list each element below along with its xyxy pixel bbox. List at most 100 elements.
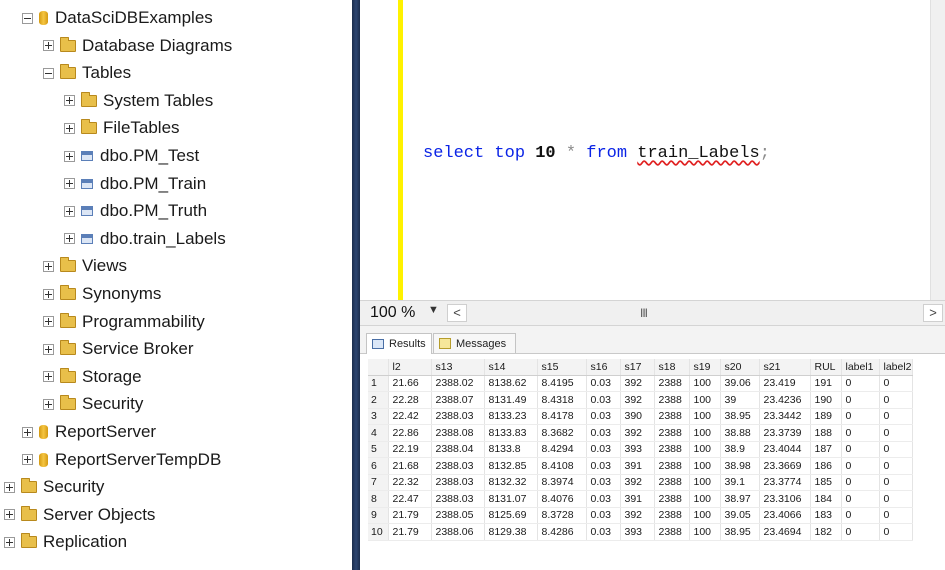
table-row[interactable]: 2 22.28 2388.07 8131.49 8.4318 0.03 392 2388 100…	[368, 391, 913, 409]
grid-cell[interactable]: 188	[810, 424, 842, 442]
tab-results[interactable]: Results	[366, 333, 432, 354]
grid-cell[interactable]: 22.42	[388, 408, 432, 425]
grid-cell[interactable]: 8133.23	[484, 408, 538, 425]
grid-cell[interactable]: 0	[879, 408, 913, 425]
tree-node[interactable]: dbo.PM_Truth	[64, 198, 207, 224]
grid-cell[interactable]: 22.47	[388, 490, 432, 508]
grid-cell[interactable]: 8133.83	[484, 424, 538, 442]
tree-node[interactable]: Tables	[43, 60, 131, 86]
grid-cell[interactable]: 22.19	[388, 441, 432, 458]
expand-plus-icon[interactable]	[43, 316, 54, 328]
grid-cell[interactable]: 0	[841, 490, 880, 508]
collapse-minus-icon[interactable]	[43, 67, 54, 79]
grid-cell[interactable]: 21.79	[388, 507, 432, 524]
grid-cell[interactable]: 38.97	[720, 490, 760, 508]
grid-cell[interactable]: 2388	[654, 391, 690, 409]
table-row[interactable]: 1 21.66 2388.02 8138.62 8.4195 0.03 392 2388 100…	[368, 375, 913, 392]
expand-plus-icon[interactable]	[64, 233, 75, 245]
row-number-cell[interactable]: 4	[368, 424, 389, 442]
grid-cell[interactable]: 8.4294	[537, 441, 587, 458]
grid-cell[interactable]: 0.03	[586, 507, 621, 524]
column-header[interactable]: s21	[759, 359, 811, 376]
tree-node[interactable]: ReportServer	[22, 419, 156, 445]
grid-cell[interactable]: 8.4318	[537, 391, 587, 409]
grid-cell[interactable]: 0	[841, 507, 880, 524]
tree-node[interactable]: dbo.PM_Test	[64, 143, 199, 169]
grid-cell[interactable]: 23.3774	[759, 474, 811, 491]
grid-cell[interactable]: 2388	[654, 474, 690, 491]
grid-cell[interactable]: 100	[689, 457, 721, 475]
grid-cell[interactable]: 0.03	[586, 474, 621, 491]
grid-cell[interactable]: 392	[620, 424, 655, 442]
grid-cell[interactable]: 23.3106	[759, 490, 811, 508]
grid-cell[interactable]: 8133.8	[484, 441, 538, 458]
expand-plus-icon[interactable]	[22, 426, 33, 438]
scroll-right-button[interactable]: >	[923, 304, 943, 322]
grid-cell[interactable]: 0	[841, 523, 880, 541]
column-header[interactable]: s20	[720, 359, 760, 376]
expand-plus-icon[interactable]	[43, 40, 54, 52]
tree-node[interactable]: Database Diagrams	[43, 33, 232, 59]
grid-cell[interactable]: 191	[810, 375, 842, 392]
grid-cell[interactable]: 393	[620, 441, 655, 458]
column-header[interactable]: s19	[689, 359, 721, 376]
horizontal-scroll-thumb[interactable]: III	[640, 306, 648, 320]
grid-cell[interactable]: 2388.03	[431, 457, 485, 475]
column-header[interactable]: label2	[879, 359, 913, 376]
grid-cell[interactable]: 0	[879, 490, 913, 508]
grid-cell[interactable]: 0	[841, 457, 880, 475]
grid-cell[interactable]: 8.3974	[537, 474, 587, 491]
grid-cell[interactable]: 185	[810, 474, 842, 491]
table-row[interactable]: 5 22.19 2388.04 8133.8 8.4294 0.03 393 2388 100 3…	[368, 441, 913, 458]
grid-cell[interactable]: 2388.06	[431, 523, 485, 541]
grid-cell[interactable]: 186	[810, 457, 842, 475]
expand-plus-icon[interactable]	[43, 288, 54, 300]
row-number-cell[interactable]: 7	[368, 474, 389, 491]
column-header[interactable]: s16	[586, 359, 621, 376]
expand-plus-icon[interactable]	[4, 536, 15, 548]
expand-plus-icon[interactable]	[4, 481, 15, 493]
tree-node[interactable]: dbo.train_Labels	[64, 226, 226, 252]
column-header[interactable]: label1	[841, 359, 880, 376]
grid-cell[interactable]: 0	[879, 474, 913, 491]
grid-cell[interactable]: 2388.03	[431, 408, 485, 425]
grid-cell[interactable]: 8.4195	[537, 375, 587, 392]
grid-cell[interactable]: 21.66	[388, 375, 432, 392]
grid-cell[interactable]: 21.68	[388, 457, 432, 475]
expand-plus-icon[interactable]	[22, 454, 33, 466]
grid-cell[interactable]: 2388	[654, 375, 690, 392]
grid-cell[interactable]: 0.03	[586, 457, 621, 475]
expand-plus-icon[interactable]	[43, 371, 54, 383]
grid-cell[interactable]: 391	[620, 457, 655, 475]
grid-cell[interactable]: 21.79	[388, 523, 432, 541]
zoom-level[interactable]: 100 %	[370, 304, 415, 322]
column-header[interactable]	[368, 359, 389, 376]
grid-cell[interactable]: 0	[841, 474, 880, 491]
tree-node[interactable]: Replication	[4, 529, 127, 555]
grid-cell[interactable]: 23.4694	[759, 523, 811, 541]
grid-cell[interactable]: 0	[841, 391, 880, 409]
scroll-left-button[interactable]: <	[447, 304, 467, 322]
grid-cell[interactable]: 8.4076	[537, 490, 587, 508]
expand-plus-icon[interactable]	[64, 95, 75, 107]
column-header[interactable]: s13	[431, 359, 485, 376]
grid-cell[interactable]: 2388.07	[431, 391, 485, 409]
expand-plus-icon[interactable]	[43, 260, 54, 272]
grid-cell[interactable]: 2388	[654, 457, 690, 475]
grid-cell[interactable]: 8132.32	[484, 474, 538, 491]
grid-cell[interactable]: 0	[879, 507, 913, 524]
grid-cell[interactable]: 2388.03	[431, 490, 485, 508]
table-row[interactable]: 8 22.47 2388.03 8131.07 8.4076 0.03 391 2388 100…	[368, 490, 913, 508]
column-header[interactable]: RUL	[810, 359, 842, 376]
collapse-minus-icon[interactable]	[22, 12, 33, 24]
expand-plus-icon[interactable]	[64, 122, 75, 134]
tab-messages[interactable]: Messages	[433, 333, 516, 353]
grid-cell[interactable]: 0	[879, 457, 913, 475]
grid-cell[interactable]: 2388	[654, 507, 690, 524]
grid-cell[interactable]: 8.4286	[537, 523, 587, 541]
grid-cell[interactable]: 2388	[654, 523, 690, 541]
expand-plus-icon[interactable]	[64, 205, 75, 217]
grid-cell[interactable]: 100	[689, 441, 721, 458]
grid-cell[interactable]: 39.1	[720, 474, 760, 491]
grid-cell[interactable]: 2388.05	[431, 507, 485, 524]
